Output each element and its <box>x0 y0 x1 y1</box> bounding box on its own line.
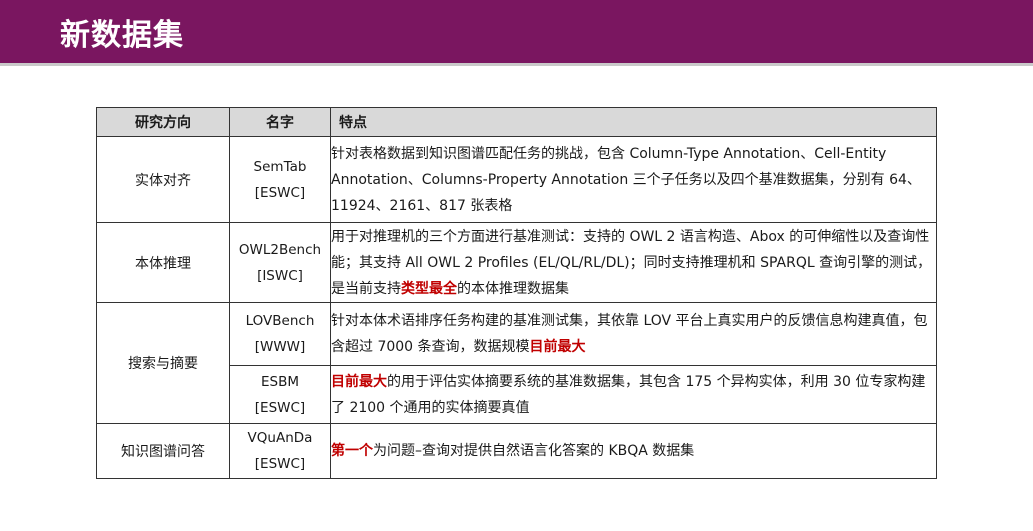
feature-cell: 针对表格数据到知识图谱匹配任务的挑战，包含 Column-Type Annota… <box>330 136 937 223</box>
venue: [ESWC] <box>254 456 306 472</box>
table-row: 知识图谱问答 VQuAnDa [ESWC] 第一个为问题–查询对提供自然语言化答… <box>96 423 937 479</box>
direction-cell: 搜索与摘要 <box>96 302 230 424</box>
feature-text: 的用于评估实体摘要系统的基准数据集，其包含 175 个异构实体，利用 30 位专… <box>331 373 926 416</box>
header-direction: 研究方向 <box>96 107 230 137</box>
name-cell: VQuAnDa [ESWC] <box>229 423 331 479</box>
venue: [ISWC] <box>257 267 303 284</box>
feature-text: 针对表格数据到知识图谱匹配任务的挑战，包含 Column-Type Annota… <box>331 145 921 214</box>
direction-cell: 知识图谱问答 <box>96 423 230 479</box>
direction-cell: 实体对齐 <box>96 136 230 223</box>
table-row: 本体推理 OWL2Bench [ISWC] 用于对推理机的三个方面进行基准测试：… <box>96 222 937 303</box>
venue: [ESWC] <box>254 184 306 201</box>
feature-highlight: 目前最大 <box>529 339 586 355</box>
name-cell: OWL2Bench [ISWC] <box>229 222 331 303</box>
venue: [ESWC] <box>254 399 306 416</box>
feature-text: 为问题–查询对提供自然语言化答案的 KBQA 数据集 <box>373 443 695 459</box>
feature-cell: 用于对推理机的三个方面进行基准测试：支持的 OWL 2 语言构造、Abox 的可… <box>330 222 937 303</box>
dataset-name: ESBM <box>260 373 299 390</box>
title-bar: 新数据集 <box>0 0 1033 66</box>
dataset-name: SemTab <box>253 158 307 175</box>
feature-highlight: 目前最大 <box>331 373 387 390</box>
table-row: 搜索与摘要 LOVBench [WWW] 针对本体术语排序任务构建的基准测试集，… <box>96 302 937 424</box>
slide-title: 新数据集 <box>60 18 184 53</box>
feature-highlight: 第一个 <box>331 443 373 459</box>
table-row: 实体对齐 SemTab [ESWC] 针对表格数据到知识图谱匹配任务的挑战，包含… <box>96 136 937 223</box>
direction-cell: 本体推理 <box>96 222 230 303</box>
feature-cell: 针对本体术语排序任务构建的基准测试集，其依靠 LOV 平台上真实用户的反馈信息构… <box>330 302 937 366</box>
dataset-name: LOVBench <box>245 313 315 329</box>
name-cell: LOVBench [WWW] <box>229 302 331 366</box>
table-header-row: 研究方向 名字 特点 <box>96 107 937 137</box>
dataset-table: 研究方向 名字 特点 实体对齐 SemTab [ESWC] 针对表格数据到知识图… <box>96 107 937 479</box>
feature-text: 的本体推理数据集 <box>457 280 569 297</box>
dataset-name: OWL2Bench <box>238 241 322 258</box>
header-features: 特点 <box>330 107 937 137</box>
dataset-name: VQuAnDa <box>247 430 313 446</box>
header-name: 名字 <box>229 107 331 137</box>
feature-text: 针对本体术语排序任务构建的基准测试集，其依靠 LOV 平台上真实用户的反馈信息构… <box>331 313 928 355</box>
venue: [WWW] <box>254 339 306 355</box>
name-cell: SemTab [ESWC] <box>229 136 331 223</box>
feature-cell: 第一个为问题–查询对提供自然语言化答案的 KBQA 数据集 <box>330 423 937 479</box>
feature-highlight: 类型最全 <box>401 280 457 297</box>
feature-cell: 目前最大的用于评估实体摘要系统的基准数据集，其包含 175 个异构实体，利用 3… <box>330 365 937 424</box>
name-cell: ESBM [ESWC] <box>229 365 331 424</box>
